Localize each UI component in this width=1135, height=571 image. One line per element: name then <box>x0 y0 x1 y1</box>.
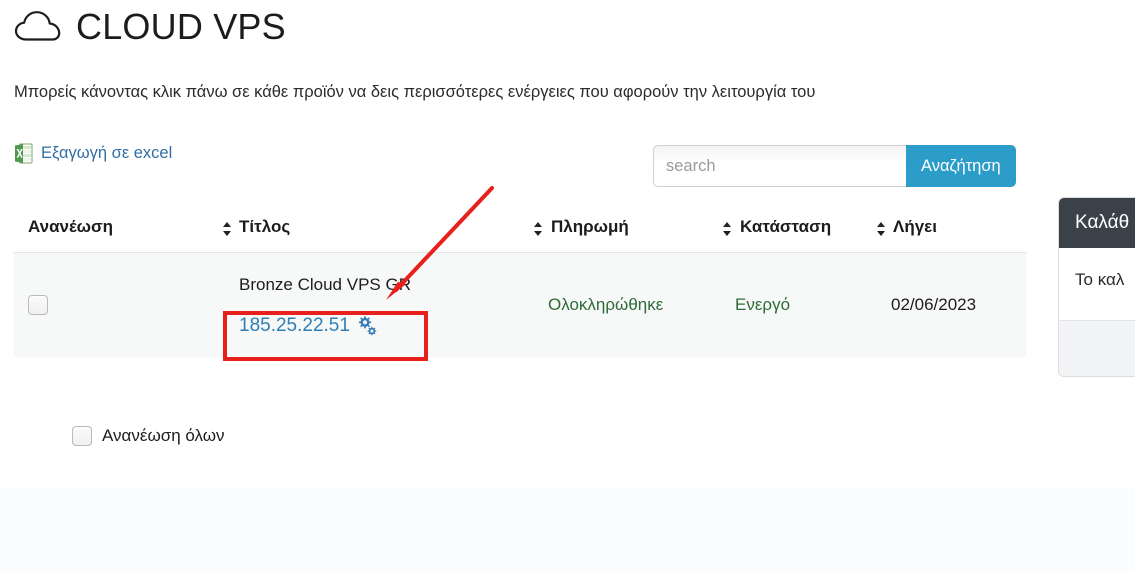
row-ip-link[interactable]: 185.25.22.51 <box>239 315 350 337</box>
row-select-cell <box>28 295 48 320</box>
excel-icon <box>14 143 34 164</box>
cart-panel-body: Το καλ <box>1059 248 1135 320</box>
sort-icon-title[interactable] <box>221 221 233 237</box>
page-title-text: CLOUD VPS <box>76 6 286 47</box>
column-header-expires: Λήγει <box>893 217 937 236</box>
table-header-row: Ανανέωση Τίτλος Πληρωμή Κατάσταση Λήγει <box>14 205 1026 253</box>
cart-panel: Καλάθ Το καλ <box>1058 197 1135 377</box>
row-checkbox[interactable] <box>28 295 48 315</box>
gears-icon[interactable] <box>356 315 378 337</box>
search-input[interactable] <box>653 145 906 187</box>
page-bottom-band <box>0 487 1135 571</box>
row-status: Ενεργό <box>735 295 791 314</box>
export-excel-label: Εξαγωγή σε excel <box>41 144 173 162</box>
sort-icon-payment[interactable] <box>532 221 544 237</box>
cart-panel-title: Καλάθ <box>1059 198 1135 248</box>
page-subtitle: Μπορείς κάνοντας κλικ πάνω σε κάθε προϊό… <box>14 83 816 101</box>
renew-all-group[interactable]: Ανανέωση όλων <box>72 426 225 446</box>
renew-all-label: Ανανέωση όλων <box>102 426 225 445</box>
column-header-renew: Ανανέωση <box>28 217 114 236</box>
row-title: Bronze Cloud VPS GR <box>239 275 411 294</box>
export-excel-link[interactable]: Εξαγωγή σε excel <box>14 143 172 164</box>
page-title: CLOUD VPS <box>14 6 286 48</box>
cloud-vps-page: CLOUD VPS Μπορείς κάνοντας κλικ πάνω σε … <box>0 0 1135 571</box>
column-header-title[interactable]: Τίτλος <box>239 217 290 237</box>
sort-icon-expires[interactable] <box>875 221 887 237</box>
table-row[interactable]: Bronze Cloud VPS GR 185.25.22.51 Ολοκληρ… <box>14 253 1026 357</box>
search-group: Αναζήτηση <box>653 145 1016 187</box>
row-ip-cell[interactable]: 185.25.22.51 <box>239 315 378 337</box>
cart-panel-footer <box>1059 320 1135 376</box>
row-payment-status: Ολοκληρώθηκε <box>548 295 664 314</box>
cloud-icon <box>14 10 62 44</box>
renew-all-checkbox[interactable] <box>72 426 92 446</box>
column-header-payment[interactable]: Πληρωμή <box>551 217 629 237</box>
sort-icon-status[interactable] <box>721 221 733 237</box>
column-header-status[interactable]: Κατάσταση <box>740 217 831 237</box>
row-expiry-date: 02/06/2023 <box>891 295 977 314</box>
search-button[interactable]: Αναζήτηση <box>906 145 1016 187</box>
products-table: Ανανέωση Τίτλος Πληρωμή Κατάσταση Λήγει <box>14 205 1026 357</box>
